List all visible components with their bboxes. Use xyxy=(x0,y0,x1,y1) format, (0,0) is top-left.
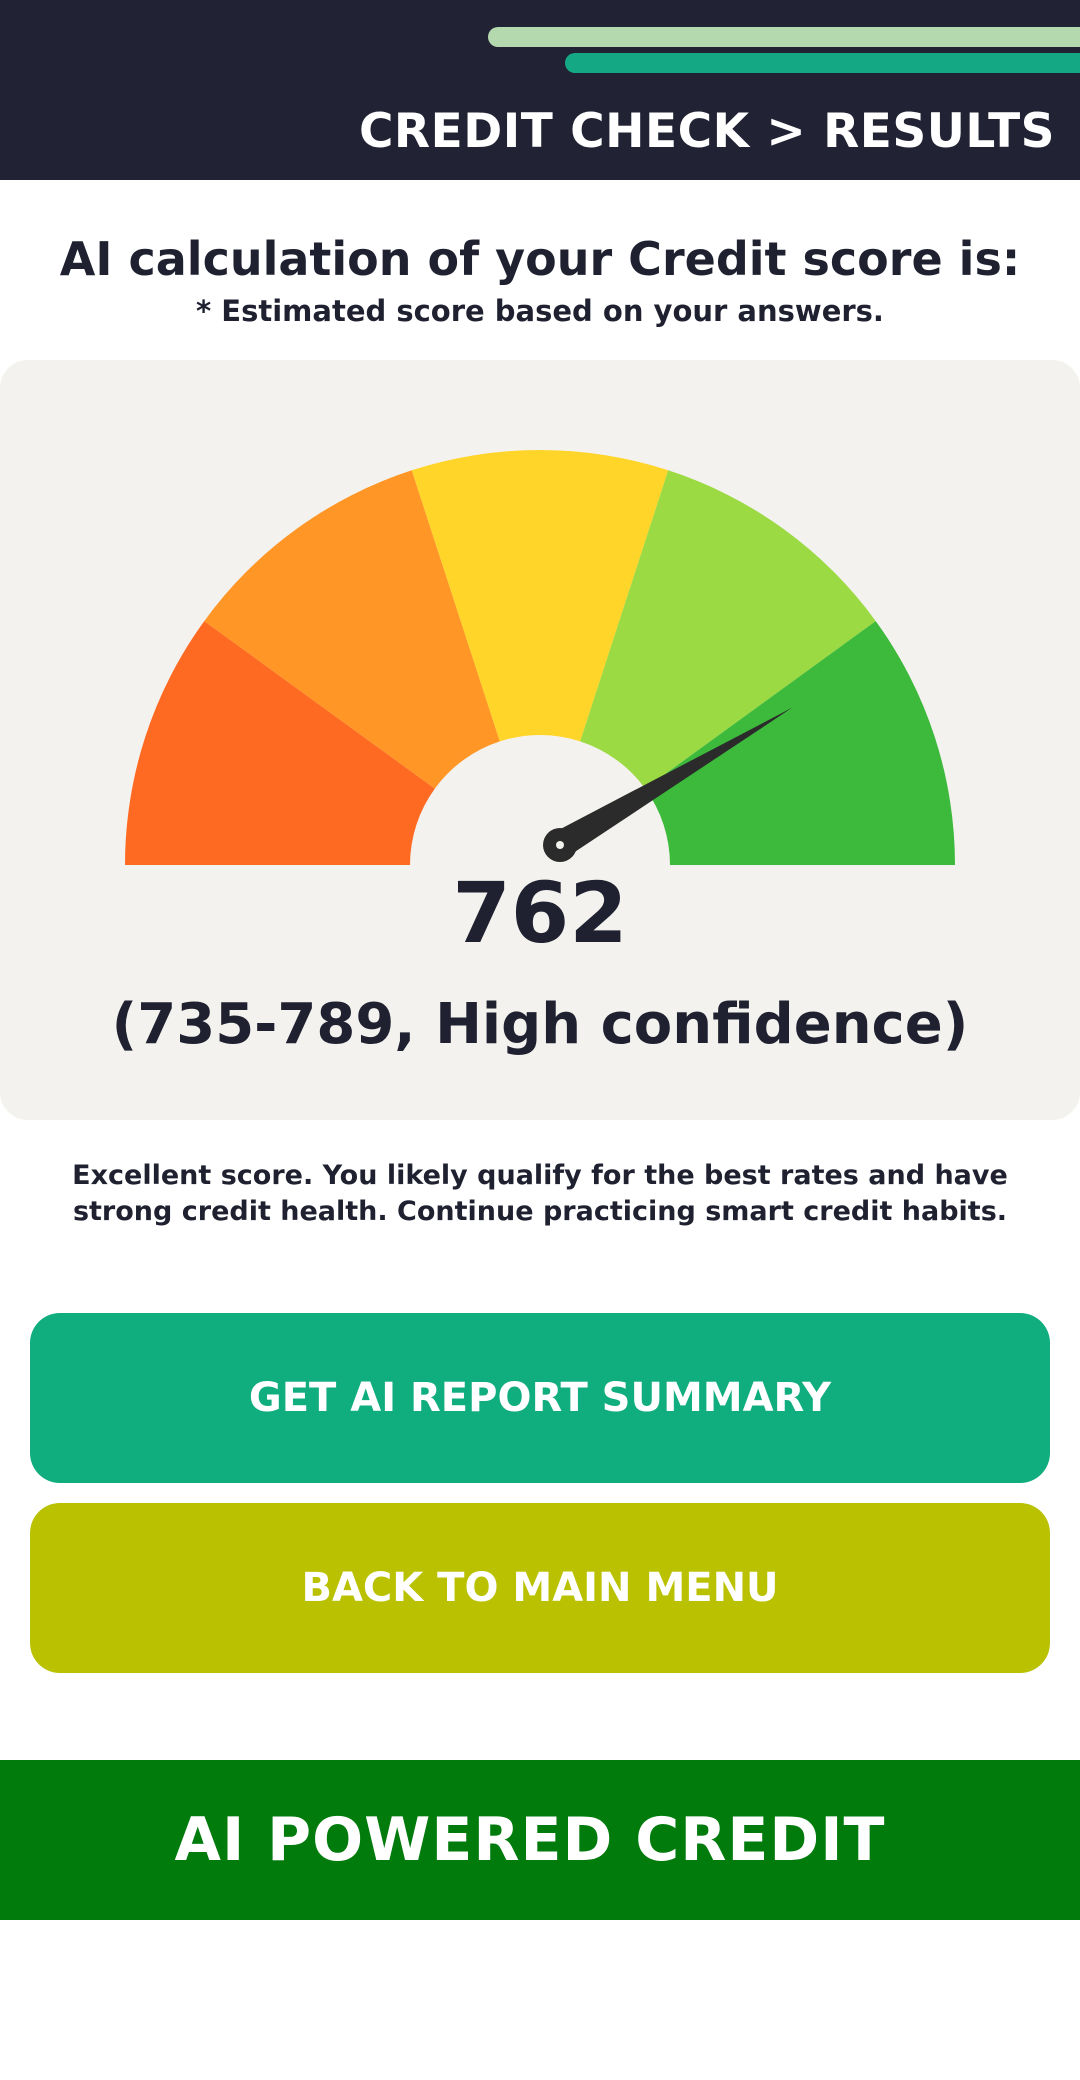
score-value: 762 xyxy=(452,864,628,962)
app-header: CREDIT CHECK > RESULTS xyxy=(0,0,1080,180)
score-range: (735-789, High confidence) xyxy=(111,992,969,1057)
back-to-main-menu-button[interactable]: BACK TO MAIN MENU xyxy=(30,1503,1050,1673)
header-decor-stripe-light xyxy=(488,27,1080,47)
get-ai-report-button[interactable]: GET AI REPORT SUMMARY xyxy=(30,1313,1050,1483)
result-headline: AI calculation of your Credit score is: xyxy=(59,232,1021,286)
score-description: Excellent score. You likely qualify for … xyxy=(72,1160,1008,1227)
gauge-segments xyxy=(125,450,955,865)
estimate-note: * Estimated score based on your answers. xyxy=(196,294,884,328)
page-title: CREDIT CHECK > RESULTS xyxy=(358,104,1055,159)
header-decor-stripe-teal xyxy=(565,53,1080,73)
footer-tagline: AI POWERED CREDIT INSIGHTS xyxy=(174,1805,886,2035)
footer-banner: AI POWERED CREDIT INSIGHTS xyxy=(0,1760,1080,2035)
score-gauge-card: 762 (735-789, High confidence) xyxy=(0,360,1080,1120)
needle-hub-dot xyxy=(556,841,564,849)
